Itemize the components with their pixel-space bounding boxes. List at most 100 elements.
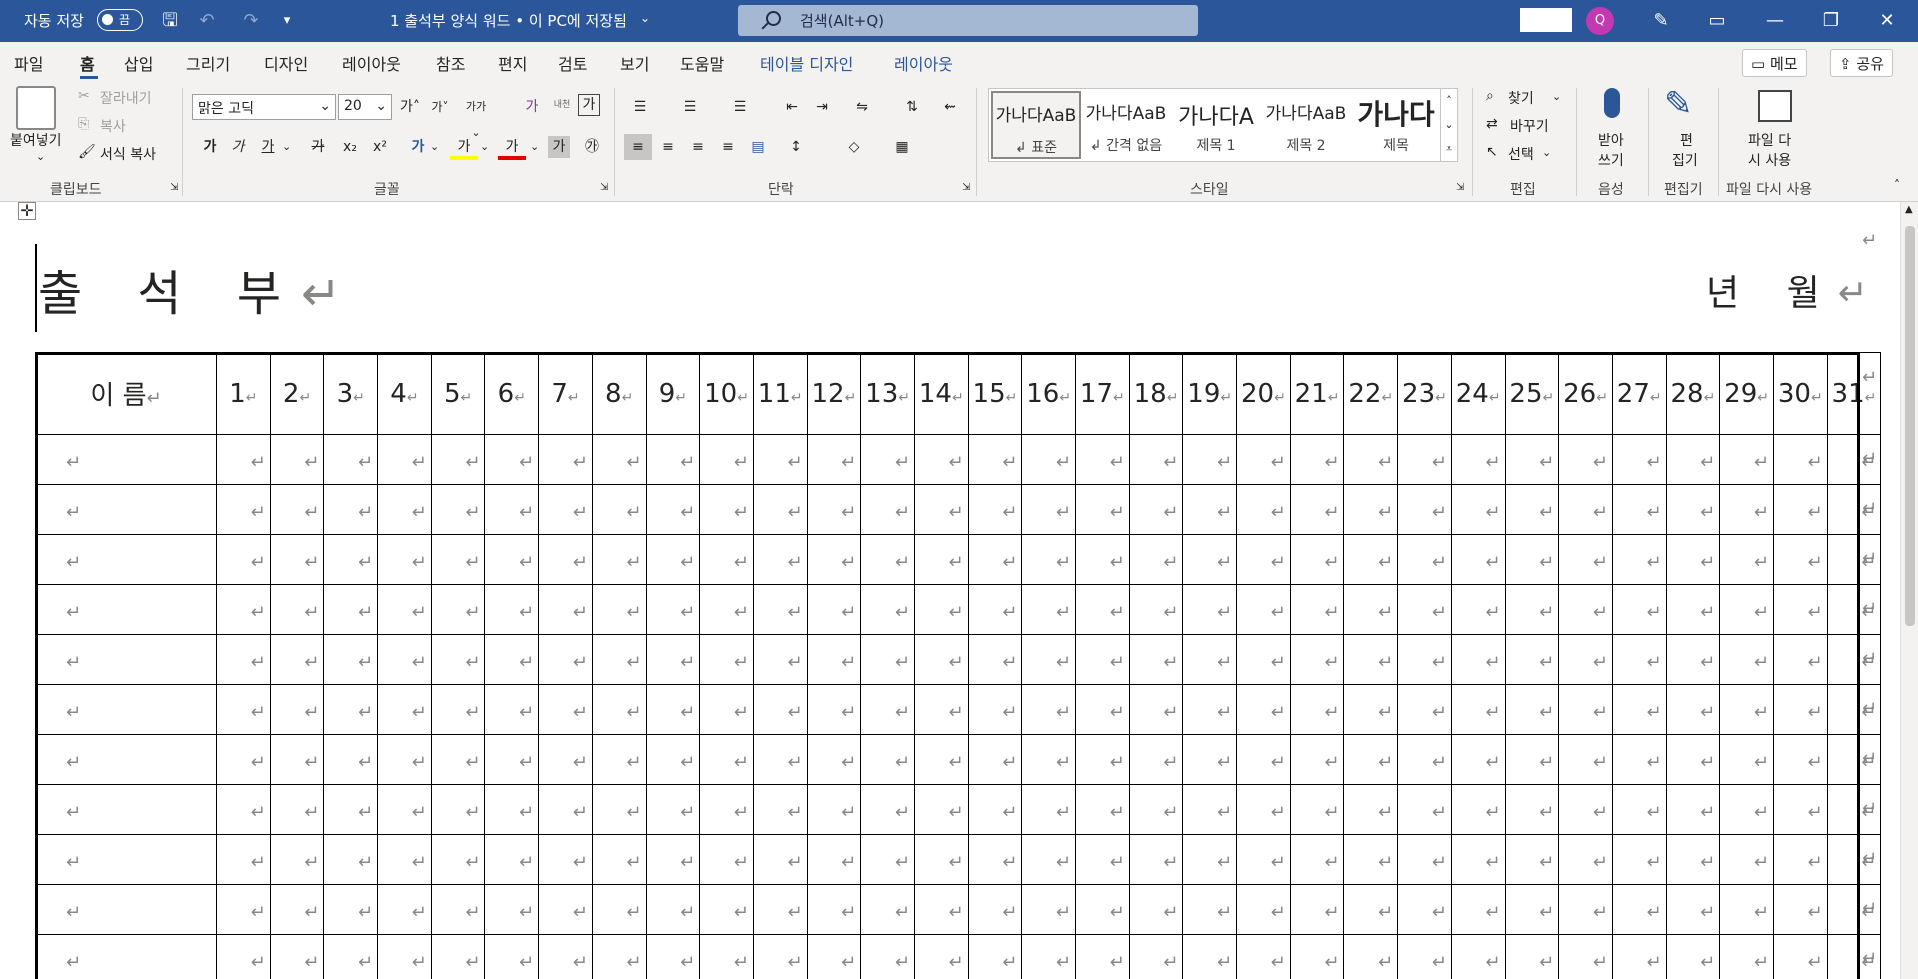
day-header-cell[interactable]: 24↵: [1450, 352, 1506, 435]
font-color-dropdown-icon[interactable]: ⌄: [530, 140, 539, 153]
attendance-cell[interactable]: ↵: [377, 584, 432, 635]
attendance-cell[interactable]: ↵: [1182, 784, 1238, 835]
attendance-cell[interactable]: ↵: [1075, 534, 1130, 585]
text-effects-icon[interactable]: 가: [404, 134, 432, 160]
attendance-cell[interactable]: ↵: [591, 834, 647, 885]
attendance-cell[interactable]: ↵: [216, 934, 271, 979]
attendance-cell[interactable]: ↵: [323, 584, 379, 635]
day-header-cell[interactable]: 13↵: [860, 352, 915, 435]
attendance-cell[interactable]: ↵: [1558, 434, 1613, 485]
attendance-cell[interactable]: ↵: [1021, 534, 1076, 585]
attendance-cell[interactable]: ↵: [1021, 634, 1076, 685]
attendance-cell[interactable]: ↵: [1021, 884, 1076, 935]
attendance-cell[interactable]: ↵: [430, 734, 486, 785]
day-header-cell[interactable]: 3↵: [323, 352, 379, 435]
attendance-cell[interactable]: ↵: [752, 484, 808, 535]
attendance-cell[interactable]: ↵: [1611, 884, 1667, 935]
tab-layout[interactable]: 레이아웃: [342, 51, 401, 75]
attendance-cell[interactable]: ↵: [913, 934, 969, 979]
attendance-cell[interactable]: ↵: [1504, 734, 1560, 785]
attendance-cell[interactable]: ↵: [1772, 734, 1828, 785]
attendance-cell[interactable]: ↵: [699, 884, 754, 935]
attendance-cell[interactable]: ↵: [1236, 434, 1291, 485]
day-header-cell[interactable]: 1↵: [216, 352, 271, 435]
attendance-cell[interactable]: ↵: [1450, 634, 1506, 685]
attendance-cell[interactable]: ↵: [1236, 934, 1291, 979]
day-header-cell[interactable]: 5↵: [430, 352, 486, 435]
attendance-cell[interactable]: ↵: [1504, 434, 1560, 485]
tab-home[interactable]: 홈: [80, 51, 95, 75]
subscript-icon[interactable]: x₂: [336, 134, 364, 160]
attendance-cell[interactable]: ↵: [269, 484, 325, 535]
day-header-cell[interactable]: 16↵: [1021, 352, 1076, 435]
attendance-cell[interactable]: ↵: [860, 434, 915, 485]
tab-draw[interactable]: 그리기: [186, 51, 230, 75]
attendance-cell[interactable]: ↵: [1665, 434, 1721, 485]
attendance-cell[interactable]: ↵: [967, 784, 1023, 835]
attendance-cell[interactable]: ↵: [1558, 634, 1613, 685]
select-label[interactable]: 선택: [1508, 144, 1534, 164]
tab-table-layout[interactable]: 레이아웃: [894, 51, 953, 75]
attendance-cell[interactable]: ↵: [1236, 884, 1291, 935]
attendance-cell[interactable]: ↵: [216, 534, 271, 585]
tab-insert[interactable]: 삽입: [124, 51, 153, 75]
attendance-cell[interactable]: ↵: [1021, 434, 1076, 485]
style-normal[interactable]: 가나다AaB ↲ 표준: [991, 91, 1081, 159]
attendance-cell[interactable]: ↵: [1289, 484, 1345, 535]
attendance-cell[interactable]: ↵: [430, 934, 486, 979]
share-button[interactable]: ⇪ 공유: [1830, 49, 1893, 77]
attendance-cell[interactable]: ↵: [1289, 734, 1345, 785]
attendance-cell[interactable]: ↵: [699, 684, 754, 735]
attendance-cell[interactable]: ↵: [913, 684, 969, 735]
memo-button[interactable]: ▭ 메모: [1742, 49, 1807, 77]
day-header-cell[interactable]: 23↵: [1397, 352, 1452, 435]
ribbon-display-icon[interactable]: ▭: [1704, 8, 1730, 34]
attendance-cell[interactable]: ↵: [1504, 884, 1560, 935]
doc-title[interactable]: 1 출석부 양식 워드 • 이 PC에 저장됨: [390, 10, 627, 31]
attendance-cell[interactable]: ↵: [1558, 884, 1613, 935]
attendance-cell[interactable]: ↵: [323, 734, 379, 785]
attendance-cell[interactable]: ↵: [1289, 584, 1345, 635]
attendance-cell[interactable]: ↵: [1450, 434, 1506, 485]
attendance-cell[interactable]: ↵: [1075, 584, 1130, 635]
attendance-cell[interactable]: ↵: [1450, 934, 1506, 979]
attendance-cell[interactable]: ↵: [216, 634, 271, 685]
attendance-cell[interactable]: ↵: [216, 734, 271, 785]
save-icon[interactable]: 🖫: [157, 8, 183, 34]
attendance-cell[interactable]: ↵: [1343, 584, 1399, 635]
attendance-cell[interactable]: ↵: [484, 434, 540, 485]
attendance-cell[interactable]: ↵: [806, 884, 862, 935]
reuse-label-line2[interactable]: 시 사용: [1748, 150, 1791, 170]
name-cell[interactable]: ↵: [35, 534, 217, 585]
attendance-cell[interactable]: ↵: [484, 534, 540, 585]
editor-label-line2[interactable]: 집기: [1672, 150, 1698, 170]
attendance-cell[interactable]: ↵: [1397, 584, 1452, 635]
attendance-cell[interactable]: ↵: [1182, 934, 1238, 979]
attendance-cell[interactable]: ↵: [1397, 484, 1452, 535]
attendance-cell[interactable]: ↵: [1397, 684, 1452, 735]
attendance-cell[interactable]: ↵: [699, 734, 754, 785]
attendance-cell[interactable]: ↵: [1075, 484, 1130, 535]
attendance-cell[interactable]: ↵: [1558, 834, 1613, 885]
attendance-cell[interactable]: ↵: [323, 834, 379, 885]
attendance-cell[interactable]: ↵: [377, 484, 432, 535]
attendance-cell[interactable]: ↵: [1236, 834, 1291, 885]
attendance-cell[interactable]: ↵: [323, 534, 379, 585]
replace-label[interactable]: 바꾸기: [1510, 116, 1549, 136]
attendance-cell[interactable]: ↵: [430, 434, 486, 485]
tab-references[interactable]: 참조: [436, 51, 465, 75]
attendance-cell[interactable]: ↵: [1611, 734, 1667, 785]
italic-icon[interactable]: 가: [224, 134, 252, 160]
find-label[interactable]: 찾기: [1508, 88, 1534, 108]
attendance-cell[interactable]: ↵: [1772, 484, 1828, 535]
attendance-cell[interactable]: ↵: [967, 934, 1023, 979]
attendance-cell[interactable]: ↵: [860, 734, 915, 785]
attendance-cell[interactable]: ↵: [591, 484, 647, 535]
name-cell[interactable]: ↵: [35, 884, 217, 935]
attendance-cell[interactable]: ↵: [269, 434, 325, 485]
day-header-cell[interactable]: 28↵: [1665, 352, 1721, 435]
attendance-cell[interactable]: ↵: [967, 734, 1023, 785]
text-effects-dropdown-icon[interactable]: ⌄: [430, 140, 439, 153]
attendance-cell[interactable]: ↵: [1611, 534, 1667, 585]
multilevel-list-icon[interactable]: ☰: [726, 94, 754, 120]
